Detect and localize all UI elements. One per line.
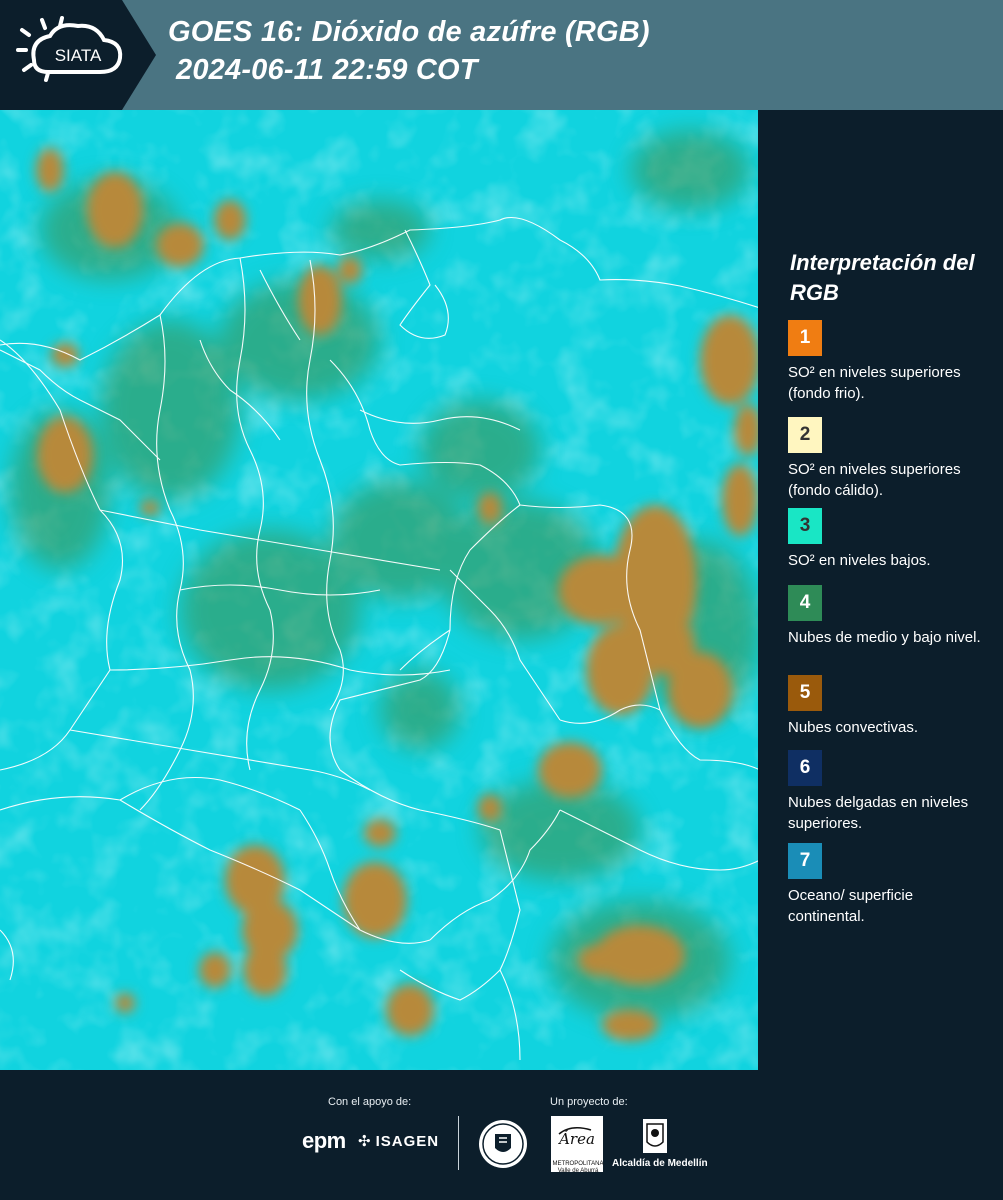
legend-item-2: 2 SO² en niveles superiores (fondo cálid… [788, 417, 993, 501]
medellin-seal-icon [479, 1120, 527, 1168]
alcaldia-crest-icon [643, 1119, 667, 1153]
isagen-logo: ✣ ISAGEN [358, 1132, 440, 1151]
isagen-mark-icon: ✣ [358, 1133, 372, 1150]
legend-text-5: Nubes convectivas. [788, 719, 919, 736]
timestamp: 2024-06-11 22:59 COT [176, 54, 478, 86]
legend-text-3: SO² en niveles bajos. [788, 552, 931, 569]
legend-swatch-6: 6 [788, 750, 822, 786]
legend-item-5: 5 Nubes convectivas. [788, 675, 993, 738]
legend-text-2: SO² en niveles superiores (fondo cálido)… [788, 461, 961, 499]
legend-item-7: 7 Oceano/ superficie continental. [788, 843, 993, 927]
legend-swatch-5: 5 [788, 675, 822, 711]
legend-swatch-3: 3 [788, 508, 822, 544]
legend-text-7: Oceano/ superficie continental. [788, 887, 914, 925]
legend-title: Interpretación del RGB [790, 250, 975, 305]
satellite-image [0, 110, 760, 1070]
legend-item-1: 1 SO² en niveles superiores (fondo frio)… [788, 320, 993, 404]
siata-logo-text: SIATA [55, 46, 102, 65]
legend-text-6: Nubes delgadas en niveles superiores. [788, 794, 969, 832]
legend-item-4: 4 Nubes de medio y bajo nivel. [788, 585, 993, 648]
legend-text-4: Nubes de medio y bajo nivel. [788, 629, 981, 646]
satellite-map [0, 110, 760, 1070]
alcaldia-label: Alcaldía de Medellín [612, 1158, 708, 1169]
legend-panel: Interpretación del RGB 1 SO² en niveles … [776, 110, 1003, 1070]
project-caption: Un proyecto de: [550, 1096, 628, 1108]
footer-divider [458, 1116, 459, 1170]
footer: Con el apoyo de: Un proyecto de: epm ✣ I… [0, 1070, 1003, 1200]
isagen-logo-text: ISAGEN [375, 1132, 440, 1150]
siata-logo: SIATA [0, 0, 160, 110]
page-title: GOES 16: Dióxido de azúfre (RGB) [168, 16, 650, 48]
legend-text-1: SO² en niveles superiores (fondo frio). [788, 364, 961, 402]
epm-logo: epm [302, 1128, 346, 1153]
legend-item-3: 3 SO² en niveles bajos. [788, 508, 993, 571]
legend-swatch-7: 7 [788, 843, 822, 879]
area-metropolitana-label: METROPOLITANA Valle de Aburrá [552, 1161, 604, 1174]
support-caption: Con el apoyo de: [328, 1096, 412, 1108]
legend-swatch-2: 2 [788, 417, 822, 453]
header: SIATA GOES 16: Dióxido de azúfre (RGB) 2… [0, 0, 1003, 110]
legend-swatch-1: 1 [788, 320, 822, 356]
legend-item-6: 6 Nubes delgadas en niveles superiores. [788, 750, 993, 834]
area-logo-text: Área [557, 1130, 595, 1148]
legend-swatch-4: 4 [788, 585, 822, 621]
